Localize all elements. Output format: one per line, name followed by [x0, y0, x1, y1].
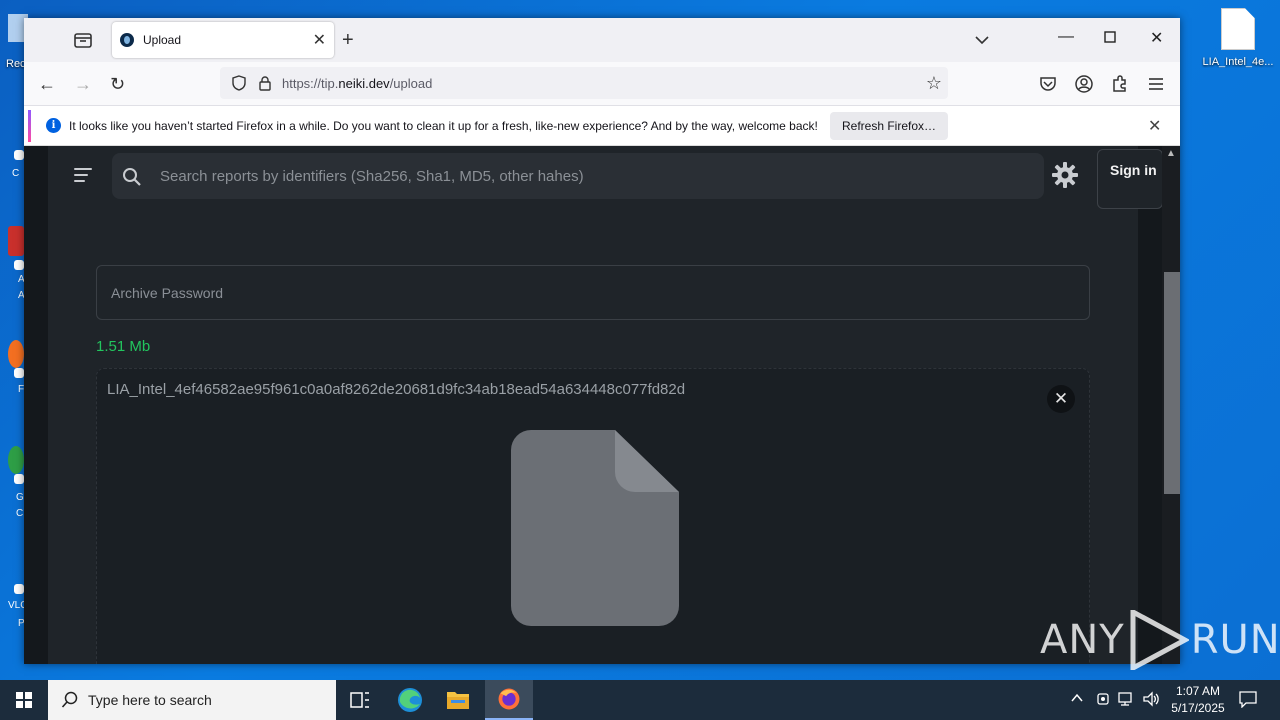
- taskbar-search-placeholder: Type here to search: [88, 692, 212, 708]
- desktop-file-label: LIA_Intel_4e...: [1202, 56, 1274, 68]
- extensions-icon[interactable]: [1110, 74, 1130, 94]
- file-icon: [1221, 8, 1255, 50]
- web-page: 1.51 Mb LIA_Intel_4ef46582ae95f961c0a0af…: [24, 146, 1180, 664]
- windows-start-icon[interactable]: [0, 680, 48, 720]
- desktop-shortcut-arrow: [14, 474, 24, 484]
- firefox-taskbar-icon[interactable]: [485, 680, 533, 720]
- nav-bar: ← → ↻ https://tip.neiki.dev/upload ☆: [24, 62, 1180, 106]
- file-explorer-icon[interactable]: [434, 680, 482, 720]
- account-icon[interactable]: [1074, 74, 1094, 94]
- desktop-shortcut-arrow: [14, 260, 24, 270]
- report-search-bar[interactable]: [112, 153, 1044, 199]
- task-view-icon[interactable]: [336, 680, 384, 720]
- taskbar-search[interactable]: Type here to search: [48, 680, 336, 720]
- gear-icon[interactable]: [1052, 162, 1078, 188]
- desktop-label: C: [16, 508, 24, 519]
- desktop-shortcut-arrow: [14, 584, 24, 594]
- firefox-refresh-notice: i It looks like you haven’t started Fire…: [24, 106, 1180, 146]
- file-name: LIA_Intel_4ef46582ae95f961c0a0af8262de20…: [107, 381, 686, 398]
- tab-bar: Upload ✕ + — ✕: [24, 18, 1180, 62]
- desktop-label: G: [16, 492, 24, 503]
- desktop-file-icon[interactable]: LIA_Intel_4e...: [1200, 8, 1276, 68]
- url-prefix: https://tip.: [282, 76, 339, 91]
- archive-password-field[interactable]: [96, 265, 1090, 320]
- back-icon[interactable]: ←: [38, 74, 56, 95]
- desktop-label-recycle: Rec: [6, 58, 26, 70]
- search-icon: [123, 168, 141, 186]
- chevron-down-icon[interactable]: [974, 34, 990, 46]
- site-favicon-icon: [120, 33, 134, 47]
- scroll-up-icon[interactable]: ▲: [1166, 148, 1176, 159]
- info-icon: i: [46, 118, 61, 133]
- browser-window: Upload ✕ + — ✕ ← → ↻ https://tip.neiki.d…: [24, 18, 1180, 664]
- maximize-icon[interactable]: [1104, 30, 1116, 48]
- device-icon[interactable]: [1095, 691, 1111, 710]
- tracking-shield-icon[interactable]: [232, 75, 246, 91]
- search-icon: [61, 691, 78, 708]
- network-icon[interactable]: [1118, 691, 1136, 710]
- bookmark-star-icon[interactable]: ☆: [926, 73, 942, 94]
- watermark-right: RUN: [1190, 617, 1280, 663]
- close-window-icon[interactable]: ✕: [1150, 28, 1163, 48]
- minimize-icon[interactable]: —: [1058, 28, 1074, 46]
- page-content: 1.51 Mb LIA_Intel_4ef46582ae95f961c0a0af…: [48, 146, 1138, 664]
- site-header: Sign in: [48, 146, 1163, 209]
- clock-date: 5/17/2025: [1171, 701, 1225, 715]
- menu-icon[interactable]: [1146, 74, 1166, 94]
- recycle-bin-icon[interactable]: Rec: [6, 10, 28, 70]
- sign-in-button[interactable]: Sign in: [1097, 149, 1163, 209]
- reload-icon[interactable]: ↻: [110, 74, 125, 95]
- play-logo-icon: [1130, 610, 1189, 670]
- file-preview-card: LIA_Intel_4ef46582ae95f961c0a0af8262de20…: [96, 368, 1090, 664]
- watermark-left: ANY: [1040, 617, 1125, 663]
- search-input[interactable]: [160, 153, 1020, 199]
- desktop-app-icon-red[interactable]: [8, 226, 24, 256]
- remove-file-icon[interactable]: ✕: [1047, 385, 1075, 413]
- scrollbar-thumb[interactable]: [1164, 272, 1180, 494]
- tab-upload[interactable]: Upload ✕: [112, 22, 334, 58]
- document-icon: [511, 430, 679, 626]
- url-bar[interactable]: https://tip.neiki.dev/upload ☆: [220, 67, 948, 99]
- pocket-icon[interactable]: [1038, 74, 1058, 94]
- file-size: 1.51 Mb: [96, 338, 151, 355]
- taskbar-clock[interactable]: 1:07 AM 5/17/2025: [1162, 683, 1234, 717]
- tray-overflow-icon[interactable]: [1070, 691, 1084, 708]
- notifications-icon[interactable]: [1238, 690, 1258, 711]
- hamburger-menu-icon[interactable]: [74, 168, 92, 186]
- close-notice-icon[interactable]: ✕: [1148, 116, 1161, 136]
- url-domain: neiki.dev: [338, 76, 390, 91]
- firefox-view-icon[interactable]: [72, 30, 94, 50]
- desktop-app-icon-orange[interactable]: [8, 340, 24, 368]
- desktop-shortcut-arrow: [14, 368, 24, 378]
- edge-icon[interactable]: [386, 680, 434, 720]
- anyrun-watermark: ANY RUN: [1040, 610, 1280, 670]
- url-text[interactable]: https://tip.neiki.dev/upload: [282, 76, 432, 91]
- clock-time: 1:07 AM: [1175, 684, 1221, 698]
- url-path: /upload: [389, 76, 433, 91]
- close-tab-icon[interactable]: ✕: [313, 30, 326, 50]
- taskbar: Type here to search 1:07 AM 5/17/2025: [0, 680, 1280, 720]
- desktop-label: C: [12, 168, 20, 179]
- tab-title: Upload: [143, 33, 182, 47]
- page-scrollbar[interactable]: ▲: [1162, 146, 1180, 664]
- new-tab-icon[interactable]: +: [342, 29, 354, 52]
- forward-icon[interactable]: →: [74, 74, 92, 95]
- refresh-firefox-button[interactable]: Refresh Firefox…: [830, 112, 949, 140]
- notice-message: It looks like you haven’t started Firefo…: [69, 119, 818, 133]
- lock-icon[interactable]: [258, 75, 272, 91]
- desktop-app-icon-green[interactable]: [8, 446, 24, 474]
- volume-icon[interactable]: [1142, 691, 1160, 710]
- notice-accent-bar: [28, 110, 31, 142]
- desktop-shortcut-arrow: [14, 150, 24, 160]
- archive-password-input[interactable]: [97, 266, 1089, 319]
